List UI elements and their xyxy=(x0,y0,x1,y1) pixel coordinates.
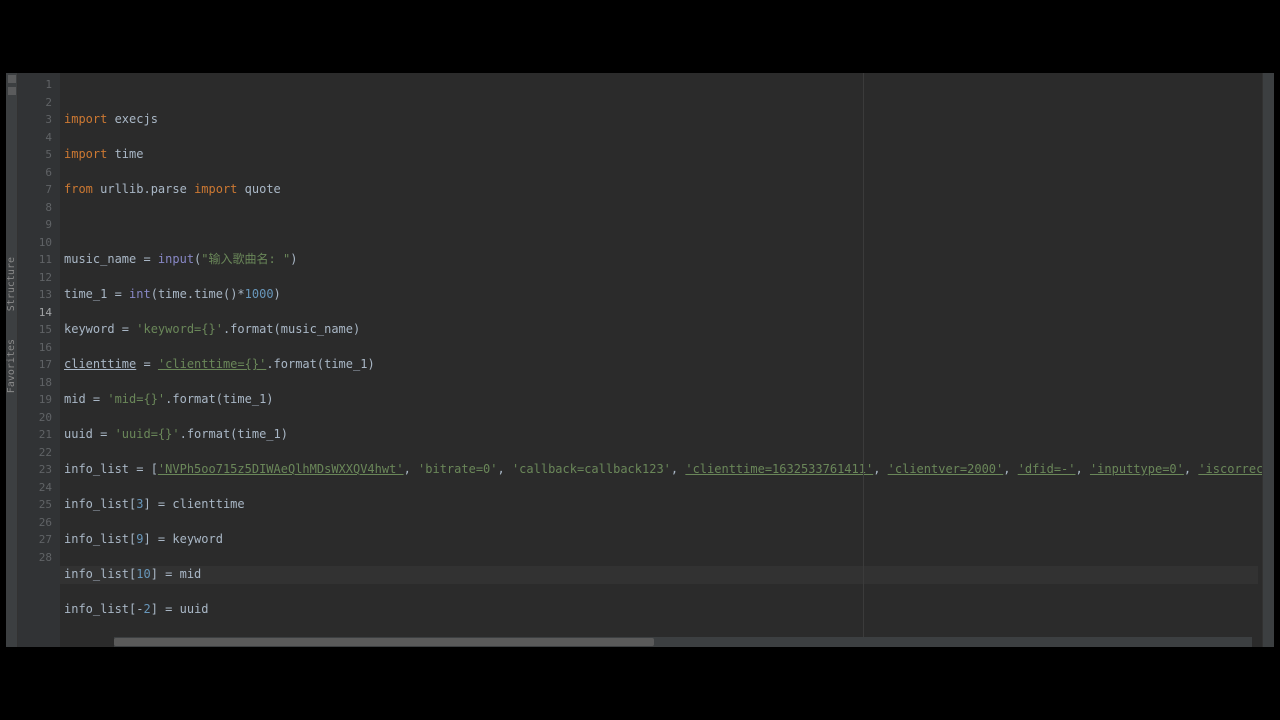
line-number: 8 xyxy=(22,199,52,217)
line-number: 5 xyxy=(22,146,52,164)
favorites-tab[interactable]: Favorites xyxy=(6,335,17,397)
line-number: 21 xyxy=(22,426,52,444)
line-number: 3 xyxy=(22,111,52,129)
line-number: 20 xyxy=(22,409,52,427)
line-number: 27 xyxy=(22,531,52,549)
line-number: 13 xyxy=(22,286,52,304)
horizontal-scrollbar-thumb[interactable] xyxy=(114,638,654,646)
line-number-gutter[interactable]: 1 2 3 4 5 6 7 8 9 10 11 12 13 14 15 16 1… xyxy=(18,73,60,647)
line-number: 17 xyxy=(22,356,52,374)
tool-icon[interactable] xyxy=(8,75,16,83)
ide-editor-panel: Structure Favorites 1 2 3 4 5 6 7 8 9 10… xyxy=(6,73,1274,647)
line-number: 24 xyxy=(22,479,52,497)
horizontal-scrollbar[interactable] xyxy=(114,637,1252,647)
left-tool-strip: Structure Favorites xyxy=(6,73,18,647)
right-margin-guide xyxy=(863,73,864,647)
line-number: 1 xyxy=(22,76,52,94)
line-number: 9 xyxy=(22,216,52,234)
code-editor[interactable]: import execjs import time from urllib.pa… xyxy=(60,73,1262,647)
line-number: 23 xyxy=(22,461,52,479)
line-number: 26 xyxy=(22,514,52,532)
vertical-scrollbar[interactable] xyxy=(1264,73,1274,633)
line-number: 6 xyxy=(22,164,52,182)
line-number: 15 xyxy=(22,321,52,339)
line-number: 28 xyxy=(22,549,52,567)
line-number: 25 xyxy=(22,496,52,514)
line-number: 16 xyxy=(22,339,52,357)
line-number: 4 xyxy=(22,129,52,147)
line-number: 7 xyxy=(22,181,52,199)
line-number-current: 14 xyxy=(22,304,52,322)
line-number: 18 xyxy=(22,374,52,392)
line-number: 19 xyxy=(22,391,52,409)
line-number: 12 xyxy=(22,269,52,287)
tool-icon[interactable] xyxy=(8,87,16,95)
line-number: 11 xyxy=(22,251,52,269)
line-number: 2 xyxy=(22,94,52,112)
line-number: 10 xyxy=(22,234,52,252)
structure-tab[interactable]: Structure xyxy=(6,253,17,315)
line-number: 22 xyxy=(22,444,52,462)
